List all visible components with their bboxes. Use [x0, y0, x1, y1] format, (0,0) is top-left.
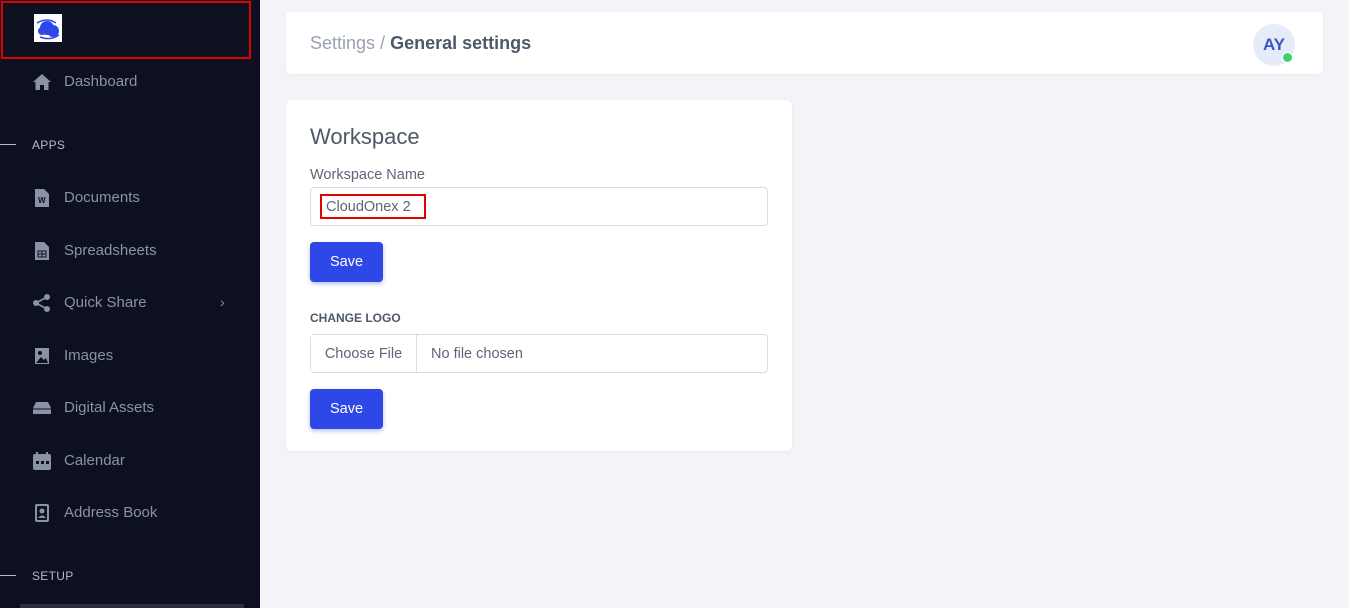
avatar-initials: AY: [1262, 35, 1286, 54]
avatar[interactable]: AY: [1253, 24, 1295, 66]
home-icon: [32, 72, 52, 92]
section-title-setup: SETUP: [32, 569, 74, 583]
top-header: Settings / General settings AY: [286, 12, 1323, 74]
sidebar-item-label: Address Book: [64, 504, 158, 521]
file-status-text: No file chosen: [431, 345, 523, 362]
choose-file-button[interactable]: Choose File: [311, 335, 417, 372]
save-workspace-name-button[interactable]: Save: [310, 242, 383, 282]
save-logo-button[interactable]: Save: [310, 389, 383, 429]
sidebar-item-calendar[interactable]: Calendar: [0, 441, 260, 481]
address-book-icon: [32, 503, 52, 523]
sidebar-item-spreadsheets[interactable]: Spreadsheets: [0, 231, 260, 271]
calendar-icon: [32, 451, 52, 471]
sidebar: Dashboard APPS W Documents Spreadsheets …: [0, 0, 260, 608]
sidebar-item-address-book[interactable]: Address Book: [0, 493, 260, 533]
sidebar-item-images[interactable]: Images: [0, 336, 260, 376]
breadcrumb: Settings / General settings: [310, 33, 531, 54]
card-title: Workspace: [310, 124, 420, 149]
logo-file-input[interactable]: Choose File No file chosen: [310, 334, 768, 373]
chevron-right-icon: ›: [220, 294, 225, 310]
word-document-icon: W: [32, 188, 52, 208]
spreadsheet-icon: [32, 241, 52, 261]
workspace-name-label: Workspace Name: [310, 167, 425, 183]
image-icon: [32, 346, 52, 366]
svg-text:W: W: [38, 196, 46, 205]
breadcrumb-current: General settings: [390, 33, 532, 53]
section-divider: [0, 144, 16, 145]
sidebar-item-dashboard[interactable]: Dashboard: [0, 62, 260, 102]
sidebar-item-label: Documents: [64, 189, 140, 206]
sidebar-item-digital-assets[interactable]: Digital Assets: [0, 388, 260, 428]
sidebar-scrollbar[interactable]: [20, 604, 244, 608]
online-status-dot: [1282, 52, 1293, 63]
workspace-card: Workspace Workspace Name CloudOnex 2 Sav…: [286, 100, 792, 451]
sidebar-item-label: Quick Share: [64, 294, 147, 311]
section-divider: [0, 575, 16, 576]
breadcrumb-parent[interactable]: Settings: [310, 33, 375, 53]
sidebar-item-documents[interactable]: W Documents: [0, 178, 260, 218]
workspace-name-value: CloudOnex 2: [320, 194, 426, 219]
sidebar-item-label: Spreadsheets: [64, 242, 157, 259]
cloud-logo-icon: [34, 14, 62, 42]
workspace-name-input[interactable]: CloudOnex 2: [310, 187, 768, 226]
sidebar-item-label: Digital Assets: [64, 399, 155, 416]
sidebar-item-quick-share[interactable]: Quick Share ›: [0, 283, 260, 323]
sidebar-item-label: Images: [64, 347, 114, 364]
share-icon: [32, 293, 52, 313]
sidebar-item-label: Calendar: [64, 452, 125, 469]
drive-icon: [32, 398, 52, 418]
logo-highlight-box[interactable]: [1, 1, 251, 59]
change-logo-title: CHANGE LOGO: [310, 311, 401, 325]
breadcrumb-separator: /: [375, 33, 391, 53]
sidebar-item-label: Dashboard: [64, 73, 138, 90]
section-title-apps: APPS: [32, 138, 66, 152]
